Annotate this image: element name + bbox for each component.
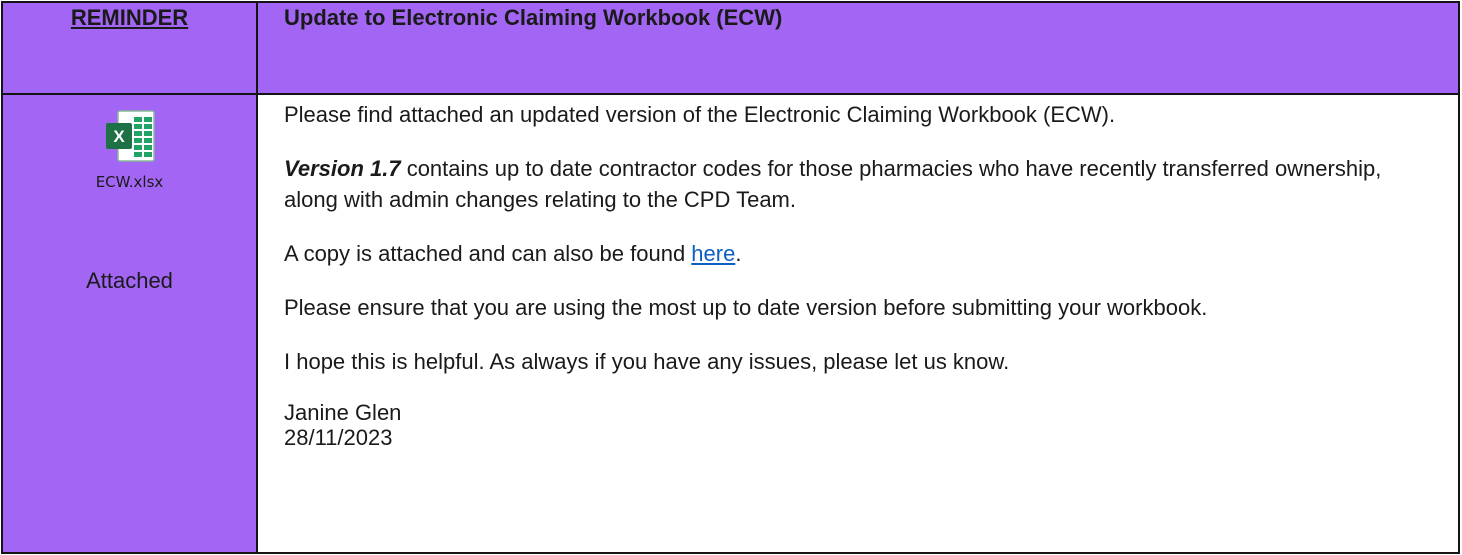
- copy-text-end: .: [735, 241, 742, 266]
- excel-file-icon[interactable]: X: [104, 109, 156, 163]
- version-label: Version 1.7: [284, 156, 401, 181]
- attached-status-label: Attached: [86, 268, 173, 293]
- attachment[interactable]: X ECW.xlsx: [3, 109, 256, 191]
- reminder-label: REMINDER: [70, 5, 189, 30]
- bulletin-table: REMINDER Update to Electronic Claiming W…: [1, 1, 1460, 554]
- paragraph-version: Version 1.7 contains up to date contract…: [284, 153, 1438, 215]
- header-label-cell: REMINDER: [1, 1, 258, 95]
- body-row: X ECW.xlsx Attached Please find attached…: [1, 93, 1460, 554]
- svg-text:X: X: [113, 127, 125, 146]
- attachment-cell: X ECW.xlsx Attached: [1, 93, 258, 554]
- signature-date: 28/11/2023: [284, 425, 393, 450]
- paragraph-copy: A copy is attached and can also be found…: [284, 238, 1438, 269]
- copy-text: A copy is attached and can also be found: [284, 241, 692, 266]
- header-row: REMINDER Update to Electronic Claiming W…: [1, 1, 1460, 95]
- signature-name: Janine Glen: [284, 400, 402, 425]
- attachment-filename[interactable]: ECW.xlsx: [96, 173, 164, 191]
- here-link[interactable]: here: [691, 241, 735, 266]
- paragraph-intro: Please find attached an updated version …: [284, 102, 1116, 127]
- paragraph-helpful: I hope this is helpful. As always if you…: [284, 349, 1010, 374]
- bulletin-title: Update to Electronic Claiming Workbook (…: [284, 5, 783, 30]
- version-description: contains up to date contractor codes for…: [284, 156, 1382, 212]
- header-title-cell: Update to Electronic Claiming Workbook (…: [256, 1, 1460, 95]
- message-cell: Please find attached an updated version …: [256, 93, 1460, 554]
- bulletin-page: REMINDER Update to Electronic Claiming W…: [0, 0, 1462, 555]
- paragraph-ensure: Please ensure that you are using the mos…: [284, 295, 1208, 320]
